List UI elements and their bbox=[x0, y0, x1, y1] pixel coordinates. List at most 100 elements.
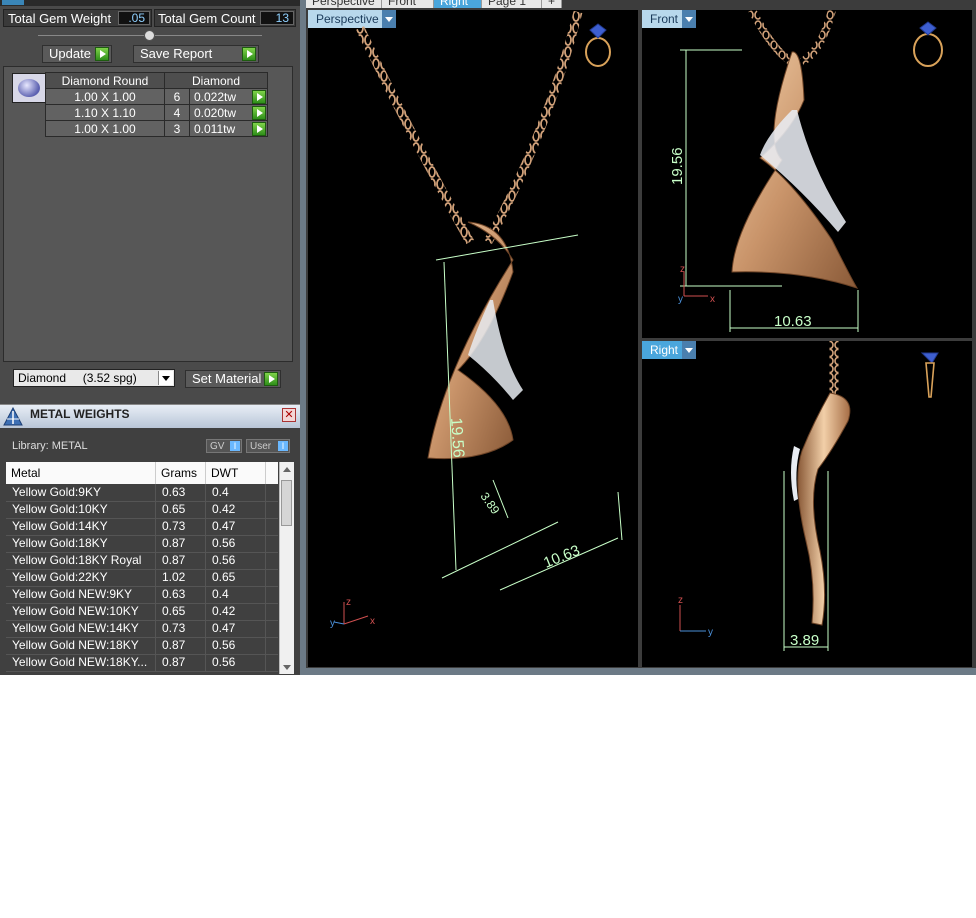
metal-name: Yellow Gold:10KY bbox=[6, 501, 156, 518]
metal-row[interactable]: Yellow Gold:9KY 0.63 0.4 bbox=[6, 484, 278, 502]
scale-icon bbox=[3, 407, 23, 426]
application-window: Perspective Front Right Page 1 + Total G… bbox=[0, 0, 976, 675]
gem-row[interactable]: 1.00 X 1.00 3 0.011tw bbox=[45, 120, 268, 137]
gem-header-type: Diamond bbox=[164, 72, 268, 89]
gv-toggle-state: I bbox=[230, 441, 240, 451]
gv-toggle[interactable]: GV I bbox=[206, 439, 242, 453]
ring-preview-icon[interactable] bbox=[913, 21, 943, 67]
metal-dwt: 0.56 bbox=[206, 654, 266, 671]
scroll-down-icon[interactable] bbox=[282, 662, 292, 672]
update-button[interactable]: Update bbox=[42, 45, 112, 63]
tab-perspective[interactable]: Perspective bbox=[306, 0, 382, 8]
front-render: 19.56 10.63 z x y bbox=[669, 10, 943, 332]
set-material-label: Set Material bbox=[192, 371, 262, 386]
user-toggle-state: I bbox=[278, 441, 288, 451]
tab-add[interactable]: + bbox=[542, 0, 562, 8]
metal-row[interactable]: Yellow Gold NEW:18KY 0.87 0.56 bbox=[6, 637, 278, 655]
panel-splitter[interactable] bbox=[300, 0, 306, 675]
right-viewport[interactable]: Right 3.89 z y bbox=[642, 341, 972, 667]
gem-header-shape: Diamond Round bbox=[45, 72, 165, 89]
metal-row[interactable]: Yellow Gold:14KY 0.73 0.47 bbox=[6, 518, 278, 536]
metal-row[interactable]: Yellow Gold:18KY 0.87 0.56 bbox=[6, 535, 278, 553]
axis-z-label: z bbox=[346, 597, 351, 608]
metal-header-spacer bbox=[266, 462, 278, 484]
metal-name: Yellow Gold:18KY Royal bbox=[6, 552, 156, 569]
metal-row[interactable]: Yellow Gold NEW:9KY 0.63 0.4 bbox=[6, 586, 278, 604]
gem-row-arrow-icon[interactable] bbox=[252, 106, 266, 120]
gem-weight-text: 0.022tw bbox=[194, 89, 237, 104]
metal-header-metal[interactable]: Metal bbox=[6, 462, 156, 484]
metal-row[interactable]: Yellow Gold:10KY 0.65 0.42 bbox=[6, 501, 278, 519]
metal-grams: 1.02 bbox=[156, 569, 206, 586]
axis-gizmo-front: z x y bbox=[678, 264, 715, 305]
chevron-down-icon[interactable] bbox=[158, 371, 173, 385]
user-toggle[interactable]: User I bbox=[246, 439, 290, 453]
save-report-button[interactable]: Save Report bbox=[133, 45, 259, 63]
axis-gizmo-right: z y bbox=[678, 595, 713, 638]
metal-row[interactable]: Yellow Gold NEW:18KY... 0.87 0.56 bbox=[6, 654, 278, 672]
gem-row[interactable]: 1.10 X 1.10 4 0.020tw bbox=[45, 104, 268, 121]
gem-list-panel: Diamond Round Diamond 1.00 X 1.00 6 0.02… bbox=[3, 66, 293, 362]
metal-table: Metal Grams DWT Yellow Gold:9KY 0.63 0.4 Ye… bbox=[6, 462, 278, 674]
metal-header-dwt[interactable]: DWT bbox=[206, 462, 266, 484]
material-select[interactable]: Diamond (3.52 spg) bbox=[13, 369, 175, 387]
metal-row[interactable]: Yellow Gold NEW:14KY 0.73 0.47 bbox=[6, 620, 278, 638]
metal-header-grams[interactable]: Grams bbox=[156, 462, 206, 484]
panel-tab[interactable] bbox=[2, 0, 24, 5]
metal-row[interactable]: Yellow Gold:18KY Royal 0.87 0.56 bbox=[6, 552, 278, 570]
chain-right bbox=[799, 10, 836, 66]
metal-grams: 0.73 bbox=[156, 620, 206, 637]
pendant-right bbox=[797, 392, 851, 626]
perspective-height-dim: 19.56 bbox=[447, 417, 467, 458]
gem-count: 4 bbox=[164, 104, 190, 121]
gem-count: 6 bbox=[164, 88, 190, 105]
right-depth-dim: 3.89 bbox=[790, 632, 819, 649]
update-button-label: Update bbox=[49, 46, 91, 61]
metal-name: Yellow Gold:9KY bbox=[6, 484, 156, 501]
scroll-thumb[interactable] bbox=[281, 480, 292, 526]
metal-name: Yellow Gold NEW:18KY... bbox=[6, 654, 156, 671]
gem-count-label: Total Gem Count bbox=[158, 11, 256, 26]
gem-size: 1.10 X 1.10 bbox=[45, 104, 165, 121]
material-select-value: Diamond (3.52 spg) bbox=[18, 371, 137, 385]
metal-row[interactable]: Yellow Gold NEW:10KY 0.65 0.42 bbox=[6, 603, 278, 621]
metal-row[interactable]: Yellow Gold:22KY 1.02 0.65 bbox=[6, 569, 278, 587]
diamond-round-icon[interactable] bbox=[12, 73, 46, 103]
gem-row-arrow-icon[interactable] bbox=[252, 122, 266, 136]
metal-weights-header: METAL WEIGHTS ✕ bbox=[0, 404, 300, 429]
perspective-viewport[interactable]: Perspective 19.56 10.63 3.89 z x y bbox=[308, 10, 638, 667]
gem-weight-label: Total Gem Weight bbox=[8, 11, 112, 26]
left-panel: Total Gem Weight .05 Total Gem Count 13 … bbox=[0, 0, 300, 675]
collapse-toggle-icon[interactable] bbox=[144, 30, 155, 41]
tab-right[interactable]: Right bbox=[434, 0, 482, 8]
tab-front[interactable]: Front bbox=[382, 0, 434, 8]
metal-table-scrollbar[interactable] bbox=[279, 462, 294, 674]
gem-row-arrow-icon[interactable] bbox=[252, 90, 266, 104]
set-material-button[interactable]: Set Material bbox=[185, 370, 281, 388]
metal-weights-title: METAL WEIGHTS bbox=[30, 407, 130, 421]
metal-grams: 0.65 bbox=[156, 501, 206, 518]
gem-row[interactable]: 1.00 X 1.00 6 0.022tw bbox=[45, 88, 268, 105]
front-width-dim: 10.63 bbox=[774, 313, 812, 330]
perspective-render: 19.56 10.63 3.89 z x y bbox=[330, 10, 623, 629]
close-icon[interactable]: ✕ bbox=[282, 408, 296, 422]
metal-name: Yellow Gold NEW:14KY bbox=[6, 620, 156, 637]
metal-grams: 0.87 bbox=[156, 637, 206, 654]
ring-preview-icon[interactable] bbox=[585, 23, 611, 67]
metal-dwt: 0.65 bbox=[206, 569, 266, 586]
pendant-preview-icon[interactable] bbox=[920, 352, 939, 398]
library-label: Library: METAL bbox=[12, 440, 88, 452]
metal-name: Yellow Gold NEW:10KY bbox=[6, 603, 156, 620]
tab-page-1[interactable]: Page 1 bbox=[482, 0, 542, 8]
metal-name: Yellow Gold:18KY bbox=[6, 535, 156, 552]
metal-grams: 0.65 bbox=[156, 603, 206, 620]
chain-left bbox=[355, 26, 474, 245]
scroll-up-icon[interactable] bbox=[282, 464, 292, 474]
metal-name: Yellow Gold NEW:9KY bbox=[6, 586, 156, 603]
metal-grams: 0.63 bbox=[156, 484, 206, 501]
save-report-arrow-icon bbox=[242, 47, 256, 61]
user-toggle-label: User bbox=[250, 441, 272, 452]
metal-name: Yellow Gold:22KY bbox=[6, 569, 156, 586]
axis-gizmo-perspective: z x y bbox=[330, 597, 375, 629]
front-viewport[interactable]: Front 19.56 10.63 z x y bbox=[642, 10, 972, 338]
